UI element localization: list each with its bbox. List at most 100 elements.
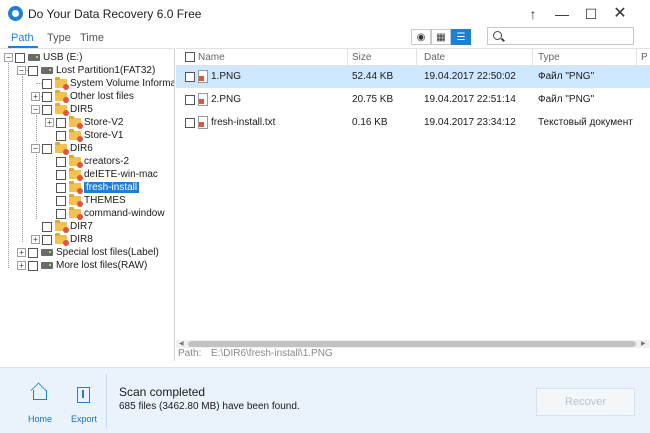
node-checkbox[interactable] bbox=[42, 221, 52, 232]
node-checkbox[interactable] bbox=[56, 182, 66, 193]
node-checkbox[interactable] bbox=[28, 65, 38, 76]
node-checkbox[interactable] bbox=[28, 260, 38, 271]
export-button[interactable]: Export bbox=[64, 376, 104, 426]
row-checkbox[interactable] bbox=[185, 118, 195, 128]
node-checkbox[interactable] bbox=[56, 156, 66, 167]
folder-icon bbox=[55, 142, 69, 155]
select-all-checkbox[interactable] bbox=[185, 52, 195, 62]
node-checkbox[interactable] bbox=[56, 169, 66, 180]
collapse-toggle[interactable]: − bbox=[31, 144, 40, 153]
app-logo-icon bbox=[8, 6, 23, 21]
scroll-right-icon[interactable]: ▶ bbox=[641, 340, 646, 347]
search-input[interactable] bbox=[506, 29, 630, 43]
tree-node-dir8[interactable]: + DIR8 bbox=[31, 233, 93, 246]
close-icon[interactable]: ✕ bbox=[608, 3, 632, 25]
tree-node-dir5[interactable]: − DIR5 bbox=[31, 103, 93, 116]
tree-node-more-lost[interactable]: + More lost files(RAW) bbox=[17, 259, 147, 272]
node-checkbox[interactable] bbox=[28, 247, 38, 258]
horizontal-scrollbar[interactable]: ◀ ▶ bbox=[176, 340, 650, 348]
path-label: Path: bbox=[178, 348, 202, 359]
list-header: Name Size Date Type P bbox=[176, 49, 650, 66]
node-checkbox[interactable] bbox=[15, 52, 25, 63]
scrollbar-thumb[interactable] bbox=[188, 341, 636, 347]
tree-node-store-v2[interactable]: + Store-V2 bbox=[45, 116, 123, 129]
table-row[interactable]: 2.PNG 20.75 KB 19.04.2017 22:51:14 Файл … bbox=[176, 89, 650, 111]
node-checkbox[interactable] bbox=[42, 78, 52, 89]
search-box[interactable] bbox=[487, 27, 634, 45]
column-type[interactable]: Type bbox=[538, 52, 560, 63]
table-row[interactable]: fresh-install.txt 0.16 KB 19.04.2017 23:… bbox=[176, 112, 650, 134]
node-checkbox[interactable] bbox=[42, 234, 52, 245]
tree-node-command-window[interactable]: command-window bbox=[56, 207, 165, 220]
preview-eye-icon[interactable]: ◉ bbox=[411, 29, 431, 45]
file-list: Name Size Date Type P 1.PNG 52.44 KB 19.… bbox=[176, 48, 650, 348]
column-name[interactable]: Name bbox=[198, 52, 225, 63]
usb-drive-icon bbox=[28, 54, 40, 61]
collapse-toggle[interactable]: − bbox=[4, 53, 13, 62]
tree-node-fresh-install[interactable]: fresh-install bbox=[56, 181, 140, 194]
column-date[interactable]: Date bbox=[424, 52, 445, 63]
folder-icon bbox=[55, 233, 69, 246]
folder-icon bbox=[69, 129, 83, 142]
tree-node-lost-partition[interactable]: − Lost Partition1(FAT32) bbox=[17, 64, 155, 77]
expand-toggle[interactable]: + bbox=[31, 92, 40, 101]
tree-node-creators-2[interactable]: creators-2 bbox=[56, 155, 129, 168]
tree-node-delete-win-mac[interactable]: deIETE-win-mac bbox=[56, 168, 158, 181]
tree-node-store-v1[interactable]: Store-V1 bbox=[56, 129, 123, 142]
folder-icon bbox=[55, 220, 69, 233]
search-icon bbox=[493, 31, 502, 40]
tree-node-themes[interactable]: THEMES bbox=[56, 194, 126, 207]
tree-node-special-lost[interactable]: + Special lost files(Label) bbox=[17, 246, 159, 259]
folder-icon bbox=[69, 116, 83, 129]
minimize-icon[interactable]: — bbox=[550, 3, 574, 25]
expand-toggle[interactable]: + bbox=[17, 261, 26, 270]
scroll-left-icon[interactable]: ◀ bbox=[179, 340, 184, 347]
home-icon bbox=[33, 390, 47, 400]
tab-type[interactable]: Type bbox=[47, 32, 71, 44]
home-button[interactable]: Home bbox=[20, 376, 60, 426]
partition-drive-icon bbox=[41, 67, 53, 74]
upgrade-arrow-icon[interactable]: ↑ bbox=[521, 3, 545, 25]
maximize-icon[interactable]: ☐ bbox=[579, 3, 603, 25]
tree-node-system-volume[interactable]: System Volume Information bbox=[42, 77, 174, 90]
scan-status-title: Scan completed bbox=[119, 385, 206, 399]
drive-icon bbox=[41, 262, 53, 269]
expand-toggle[interactable]: + bbox=[31, 235, 40, 244]
tree-node-dir7[interactable]: DIR7 bbox=[42, 220, 93, 233]
recover-button[interactable]: Recover bbox=[536, 388, 635, 416]
node-checkbox[interactable] bbox=[56, 130, 66, 141]
row-checkbox[interactable] bbox=[185, 72, 195, 82]
tree-node-dir6[interactable]: − DIR6 bbox=[31, 142, 93, 155]
folder-icon bbox=[69, 181, 83, 194]
folder-icon bbox=[55, 77, 69, 90]
list-view-icon[interactable]: ☰ bbox=[451, 29, 471, 45]
tree-node-usb[interactable]: − USB (E:) bbox=[4, 51, 82, 64]
expand-toggle[interactable]: + bbox=[45, 118, 54, 127]
png-file-icon bbox=[198, 93, 208, 106]
node-checkbox[interactable] bbox=[56, 117, 66, 128]
table-row[interactable]: 1.PNG 52.44 KB 19.04.2017 22:50:02 Файл … bbox=[176, 66, 650, 88]
row-checkbox[interactable] bbox=[185, 95, 195, 105]
folder-icon bbox=[69, 168, 83, 181]
window-title: Do Your Data Recovery 6.0 Free bbox=[28, 7, 202, 21]
node-checkbox[interactable] bbox=[42, 91, 52, 102]
tab-time[interactable]: Time bbox=[80, 32, 104, 44]
node-checkbox[interactable] bbox=[42, 143, 52, 154]
column-extra[interactable]: P bbox=[641, 52, 648, 63]
collapse-toggle[interactable]: − bbox=[17, 66, 26, 75]
expand-toggle[interactable]: + bbox=[17, 248, 26, 257]
node-checkbox[interactable] bbox=[56, 208, 66, 219]
scan-status-summary: 685 files (3462.80 MB) have been found. bbox=[119, 401, 300, 412]
tree-node-other-lost[interactable]: + Other lost files bbox=[31, 90, 134, 103]
node-checkbox[interactable] bbox=[42, 104, 52, 115]
column-size[interactable]: Size bbox=[352, 52, 371, 63]
bottom-panel: Home Export Scan completed 685 files (34… bbox=[0, 367, 650, 433]
path-value: E:\DIR6\fresh-install\1.PNG bbox=[211, 348, 333, 359]
folder-icon bbox=[55, 90, 69, 103]
folder-icon bbox=[69, 194, 83, 207]
thumbnail-grid-icon[interactable]: ▦ bbox=[431, 29, 451, 45]
collapse-toggle[interactable]: − bbox=[31, 105, 40, 114]
node-checkbox[interactable] bbox=[56, 195, 66, 206]
tab-path[interactable]: Path bbox=[11, 32, 34, 44]
text-file-icon bbox=[198, 116, 208, 129]
